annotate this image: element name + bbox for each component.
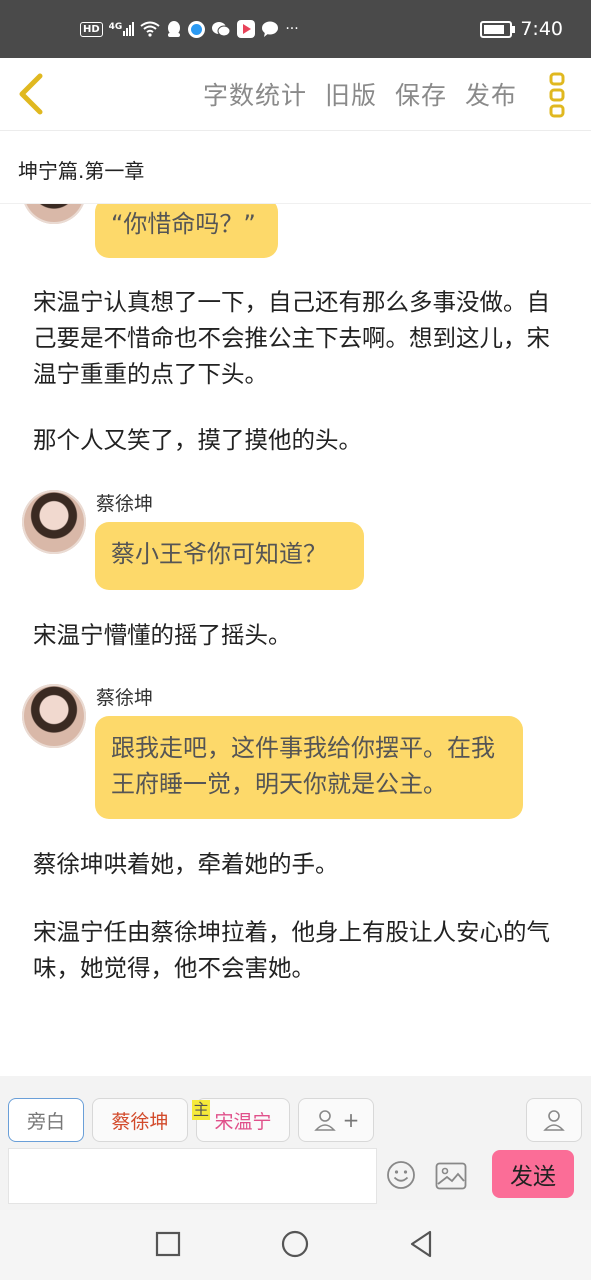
narration-text[interactable]: 那个人又笑了，摸了摸他的头。 xyxy=(33,422,563,458)
chapter-title[interactable]: 坤宁篇.第一章 xyxy=(18,155,144,184)
navigation-bar xyxy=(0,1210,591,1280)
nav-back-icon[interactable] xyxy=(405,1228,437,1260)
avatar[interactable] xyxy=(22,684,86,748)
role-song-button[interactable]: 宋温宁 xyxy=(196,1098,290,1142)
speaker-name: 蔡徐坤 xyxy=(96,493,154,515)
battery-icon xyxy=(480,20,516,38)
add-role-button[interactable]: + xyxy=(298,1098,374,1142)
image-icon[interactable] xyxy=(435,1162,467,1190)
hd-badge: HD xyxy=(80,21,103,37)
more-dots-icon[interactable] xyxy=(549,72,565,118)
save-button[interactable]: 保存 xyxy=(395,76,447,112)
compose-panel: 旁白 蔡徐坤 宋温宁 + 发送 xyxy=(0,1076,591,1210)
emoji-icon[interactable] xyxy=(386,1160,416,1190)
main-role-badge: 主 xyxy=(192,1100,211,1120)
toolbar-actions: 字数统计 旧版 保存 发布 xyxy=(203,58,517,130)
nav-square-icon[interactable] xyxy=(152,1228,184,1260)
avatar[interactable] xyxy=(22,204,86,224)
old-version-button[interactable]: 旧版 xyxy=(325,76,377,112)
speaker-name: 蔡徐坤 xyxy=(96,687,154,709)
qq-icon xyxy=(168,21,181,37)
role-narrator-button[interactable]: 旁白 xyxy=(8,1098,84,1142)
add-role-icon xyxy=(313,1110,336,1131)
browser-icon xyxy=(188,20,206,38)
message-input[interactable] xyxy=(8,1148,377,1204)
publish-button[interactable]: 发布 xyxy=(465,76,517,112)
dialog-bubble[interactable]: 跟我走吧，这件事我给你摆平。在我王府睡一觉，明天你就是公主。 xyxy=(95,716,523,819)
more-notifications: ··· xyxy=(285,21,299,37)
dialog-bubble[interactable]: 蔡小王爷你可知道？ xyxy=(95,522,364,590)
status-icons: HD 4G ··· xyxy=(80,0,299,58)
video-app-icon xyxy=(237,20,256,38)
narration-text[interactable]: 宋温宁认真想了一下，自己还有那么多事没做。自己要是不惜命也不会推公主下去啊。想到… xyxy=(33,284,563,392)
user-icon xyxy=(543,1110,565,1131)
chapter-header: 坤宁篇.第一章 xyxy=(0,131,591,204)
network-label: 4G xyxy=(108,22,123,32)
narration-text[interactable]: 宋温宁懵懂的摇了摇头。 xyxy=(33,617,563,653)
narration-text[interactable]: 蔡徐坤哄着她，牵着她的手。 xyxy=(33,846,563,882)
status-right: 7:40 xyxy=(480,0,563,58)
wifi-icon xyxy=(140,21,160,37)
dialog-bubble[interactable]: “你惜命吗？” xyxy=(95,204,278,258)
word-count-button[interactable]: 字数统计 xyxy=(203,76,307,112)
add-role-plus: + xyxy=(342,1108,360,1132)
story-content[interactable]: “你惜命吗？” 宋温宁认真想了一下，自己还有那么多事没做。自己要是不惜命也不会推… xyxy=(0,204,591,1076)
signal-icon: 4G xyxy=(109,22,135,36)
send-button[interactable]: 发送 xyxy=(492,1150,574,1198)
avatar[interactable] xyxy=(22,490,86,554)
nav-circle-icon[interactable] xyxy=(279,1228,311,1260)
role-cai-button[interactable]: 蔡徐坤 xyxy=(92,1098,188,1142)
message-icon xyxy=(262,21,279,37)
status-bar: HD 4G ··· 7:40 xyxy=(0,0,591,58)
narration-text[interactable]: 宋温宁任由蔡徐坤拉着，他身上有股让人安心的气味，她觉得，他不会害她。 xyxy=(33,914,563,986)
top-toolbar: 字数统计 旧版 保存 发布 xyxy=(0,58,591,131)
wechat-icon xyxy=(212,22,231,37)
clock: 7:40 xyxy=(520,18,563,40)
user-button[interactable] xyxy=(526,1098,582,1142)
back-chevron-icon[interactable] xyxy=(12,72,52,116)
